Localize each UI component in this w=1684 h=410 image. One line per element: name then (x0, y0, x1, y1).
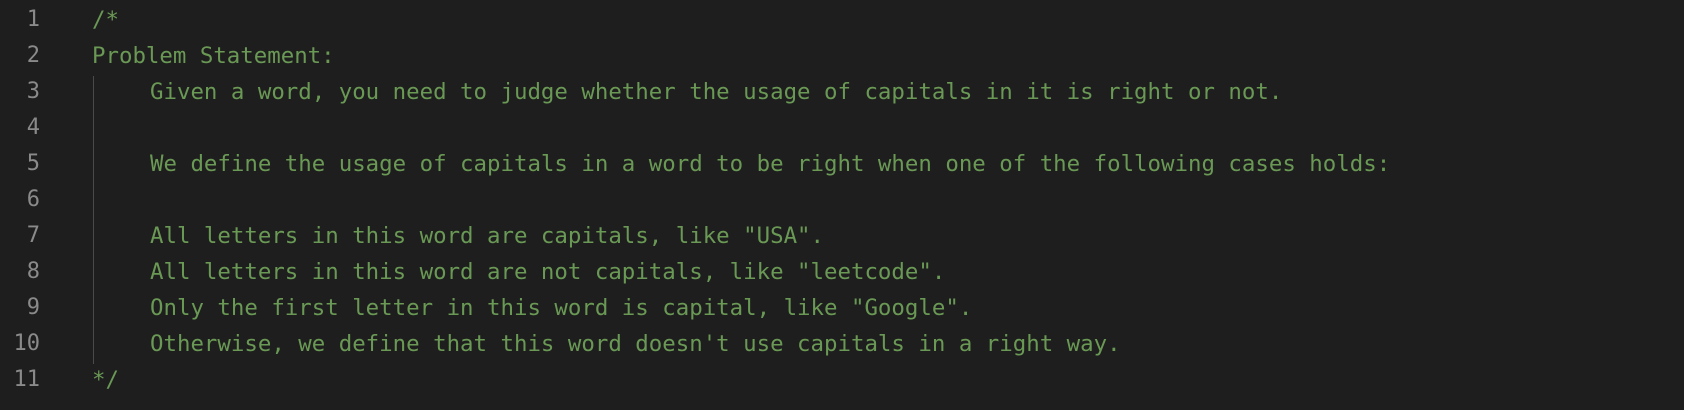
code-line[interactable]: 11 */ (0, 360, 1684, 396)
comment-text[interactable]: All letters in this word are capitals, l… (150, 218, 824, 254)
comment-text[interactable]: /* (92, 2, 119, 38)
code-line[interactable]: 2 Problem Statement: (0, 36, 1684, 72)
comment-text[interactable]: All letters in this word are not capital… (150, 254, 945, 290)
code-line[interactable]: 7 All letters in this word are capitals,… (0, 216, 1684, 252)
line-number: 10 (13, 331, 41, 356)
code-line[interactable]: 6 (0, 180, 1684, 216)
line-number: 5 (26, 151, 40, 176)
comment-text[interactable]: Otherwise, we define that this word does… (150, 326, 1121, 362)
line-number: 8 (26, 259, 40, 284)
code-line[interactable]: 1 /* (0, 0, 1684, 36)
line-number: 1 (26, 7, 40, 32)
line-number: 6 (26, 187, 40, 212)
code-editor[interactable]: 1 /* 2 Problem Statement: 3 Given a word… (0, 0, 1684, 410)
line-number: 9 (26, 295, 40, 320)
code-line[interactable]: 4 (0, 108, 1684, 144)
code-line[interactable]: 5 We define the usage of capitals in a w… (0, 144, 1684, 180)
comment-text[interactable]: Only the first letter in this word is ca… (150, 290, 972, 326)
line-number: 2 (26, 43, 40, 68)
line-number: 7 (26, 223, 40, 248)
code-line[interactable]: 10 Otherwise, we define that this word d… (0, 324, 1684, 360)
comment-text[interactable]: Problem Statement: (92, 38, 335, 74)
comment-text[interactable]: We define the usage of capitals in a wor… (150, 146, 1390, 182)
code-line[interactable]: 3 Given a word, you need to judge whethe… (0, 72, 1684, 108)
comment-text[interactable]: */ (92, 362, 119, 398)
code-line[interactable]: 9 Only the first letter in this word is … (0, 288, 1684, 324)
line-number: 4 (26, 115, 40, 140)
comment-text[interactable]: Given a word, you need to judge whether … (150, 74, 1282, 110)
line-number: 3 (26, 79, 40, 104)
code-line[interactable]: 8 All letters in this word are not capit… (0, 252, 1684, 288)
line-number: 11 (13, 367, 41, 392)
